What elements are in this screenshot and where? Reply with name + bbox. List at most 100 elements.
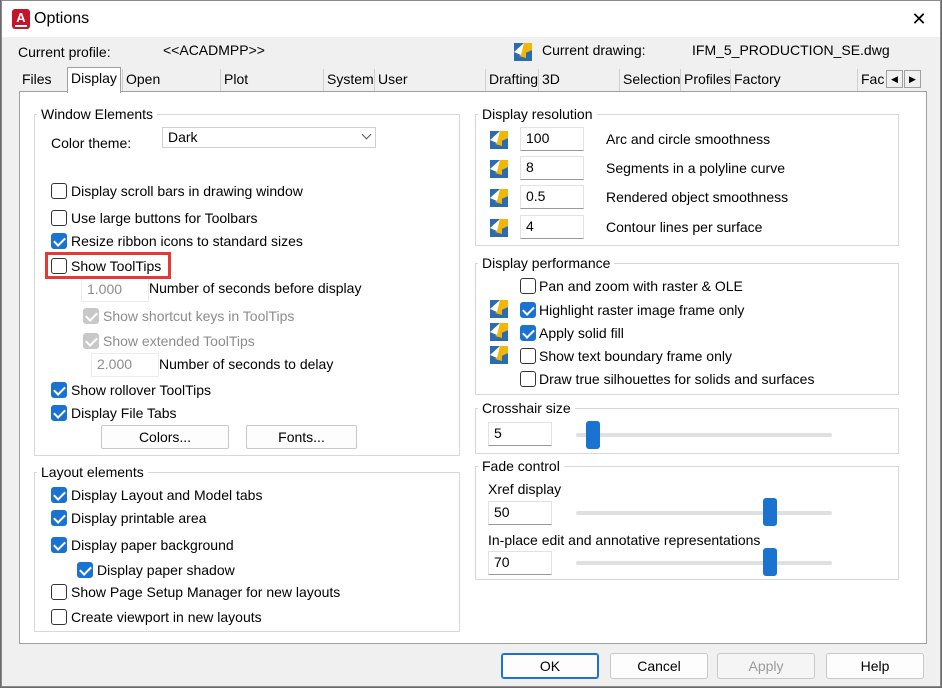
current-profile-label: Current profile: (18, 44, 111, 60)
display-tab-panel: Window Elements Color theme: Dark Displa… (19, 91, 927, 644)
saved-in-drawing-icon (490, 189, 508, 207)
rendered-smoothness-input[interactable]: 0.5 (520, 185, 584, 209)
resize-ribbon-checkbox[interactable] (51, 233, 67, 249)
tooltip-delay-input[interactable]: 1.000 (81, 278, 149, 302)
polyline-segments-label: Segments in a polyline curve (606, 160, 785, 176)
cancel-button[interactable]: Cancel (610, 653, 708, 679)
inplace-edit-input[interactable]: 70 (488, 551, 552, 575)
crosshair-size-group: Crosshair size 5 (475, 400, 899, 454)
title-bar: A Options ✕ (2, 1, 940, 37)
polyline-segments-input[interactable]: 8 (520, 156, 584, 180)
saved-in-drawing-icon (490, 219, 508, 237)
highlight-raster-checkbox[interactable] (520, 302, 536, 318)
viewport-checkbox[interactable] (51, 609, 67, 625)
fade-control-title: Fade control (478, 458, 564, 474)
text-boundary-checkbox[interactable] (520, 348, 536, 364)
tab-scroll-left-icon[interactable]: ◀ (886, 70, 903, 88)
tab-selection[interactable]: Selection (619, 69, 684, 91)
rollover-tooltips-checkbox[interactable] (51, 382, 67, 398)
xref-display-label: Xref display (488, 481, 562, 497)
tab-files[interactable]: Files (19, 69, 55, 91)
contour-lines-input[interactable]: 4 (520, 215, 584, 239)
extended-delay-label: Number of seconds to delay (159, 356, 334, 372)
paper-background-label: Display paper background (71, 537, 234, 553)
extended-delay-input[interactable]: 2.000 (91, 353, 159, 377)
extended-tooltips-label: Show extended ToolTips (103, 333, 255, 349)
window-elements-title: Window Elements (37, 106, 158, 122)
arc-smoothness-label: Arc and circle smoothness (606, 131, 771, 147)
tab-profiles[interactable]: Profiles (680, 69, 734, 91)
tab-system[interactable]: System (323, 69, 377, 91)
display-resolution-group: Display resolution 100 Arc and circle sm… (475, 106, 899, 246)
scroll-bars-label: Display scroll bars in drawing window (71, 183, 303, 199)
saved-in-drawing-icon (490, 131, 508, 149)
inplace-edit-slider-track[interactable] (576, 561, 832, 565)
arc-smoothness-input[interactable]: 100 (520, 127, 584, 151)
layout-elements-group: Layout elements Display Layout and Model… (34, 464, 460, 632)
layout-model-tabs-checkbox[interactable] (51, 487, 67, 503)
rendered-smoothness-label: Rendered object smoothness (606, 189, 789, 205)
contour-lines-label: Contour lines per surface (606, 219, 763, 235)
large-buttons-checkbox[interactable] (51, 210, 67, 226)
tab-factory-annotations[interactable]: Factory Annotations (730, 69, 811, 108)
xref-display-input[interactable]: 50 (488, 501, 552, 525)
dialog-title: Options (34, 10, 90, 27)
crosshair-size-input[interactable]: 5 (488, 422, 552, 446)
apply-button[interactable]: Apply (717, 653, 815, 679)
paper-shadow-label: Display paper shadow (97, 562, 235, 578)
true-silhouettes-checkbox[interactable] (520, 371, 536, 387)
help-button[interactable]: Help (826, 653, 924, 679)
file-tabs-checkbox[interactable] (51, 405, 67, 421)
fade-control-group: Fade control Xref display 50 In-place ed… (475, 458, 899, 580)
layout-model-tabs-label: Display Layout and Model tabs (71, 487, 263, 503)
colors-button[interactable]: Colors... (101, 425, 229, 449)
apply-solid-fill-checkbox[interactable] (520, 325, 536, 341)
color-theme-label: Color theme: (51, 135, 132, 151)
page-setup-label: Show Page Setup Manager for new layouts (71, 584, 341, 600)
ok-button[interactable]: OK (501, 653, 599, 679)
color-theme-value: Dark (168, 129, 198, 145)
close-icon[interactable]: ✕ (904, 5, 934, 33)
paper-background-checkbox[interactable] (51, 537, 67, 553)
page-setup-checkbox[interactable] (51, 584, 67, 600)
extended-tooltips-checkbox[interactable] (83, 333, 99, 349)
crosshair-size-slider-thumb[interactable] (586, 421, 600, 449)
tab-drafting[interactable]: Drafting (485, 69, 541, 91)
pan-zoom-raster-checkbox[interactable] (520, 278, 536, 294)
saved-in-drawing-icon (490, 323, 508, 341)
tab-display[interactable]: Display (67, 67, 121, 93)
highlight-raster-label: Highlight raster image frame only (539, 302, 745, 318)
current-profile-value: <<ACADMPP>> (163, 42, 265, 58)
layout-elements-title: Layout elements (37, 464, 148, 480)
color-theme-select[interactable]: Dark (162, 127, 376, 148)
window-elements-group: Window Elements Color theme: Dark Displa… (34, 106, 460, 456)
display-performance-title: Display performance (478, 255, 615, 271)
crosshair-size-title: Crosshair size (478, 400, 575, 416)
paper-shadow-checkbox[interactable] (77, 562, 93, 578)
drawing-file-icon (514, 43, 532, 61)
options-dialog: A Options ✕ Current profile: <<ACADMPP>>… (1, 0, 941, 687)
fonts-button[interactable]: Fonts... (246, 425, 357, 449)
crosshair-size-slider-track[interactable] (576, 433, 832, 437)
xref-display-slider-thumb[interactable] (763, 498, 777, 526)
inplace-edit-label: In-place edit and annotative representat… (488, 532, 761, 548)
tab-scroll-right-icon[interactable]: ▶ (904, 70, 921, 88)
scroll-bars-checkbox[interactable] (51, 183, 67, 199)
tab-user-preferences[interactable]: User Preferences (374, 69, 456, 108)
xref-display-slider-track[interactable] (576, 511, 832, 515)
text-boundary-label: Show text boundary frame only (539, 348, 732, 364)
shortcut-keys-checkbox[interactable] (83, 308, 99, 324)
printable-area-checkbox[interactable] (51, 510, 67, 526)
printable-area-label: Display printable area (71, 510, 207, 526)
viewport-label: Create viewport in new layouts (71, 609, 262, 625)
tab-plot-and-publish[interactable]: Plot and Publish (220, 69, 273, 129)
tab-fac-truncated[interactable]: Fac (857, 69, 885, 91)
rollover-tooltips-label: Show rollover ToolTips (71, 382, 212, 398)
apply-solid-fill-label: Apply solid fill (539, 325, 624, 341)
saved-in-drawing-icon (490, 160, 508, 178)
current-drawing-value: IFM_5_PRODUCTION_SE.dwg (692, 42, 890, 58)
inplace-edit-slider-thumb[interactable] (763, 548, 777, 576)
true-silhouettes-label: Draw true silhouettes for solids and sur… (539, 371, 815, 387)
tab-3d-modeling[interactable]: 3D Modeling (538, 69, 602, 108)
tab-open-and-save[interactable]: Open and Save (122, 69, 163, 129)
